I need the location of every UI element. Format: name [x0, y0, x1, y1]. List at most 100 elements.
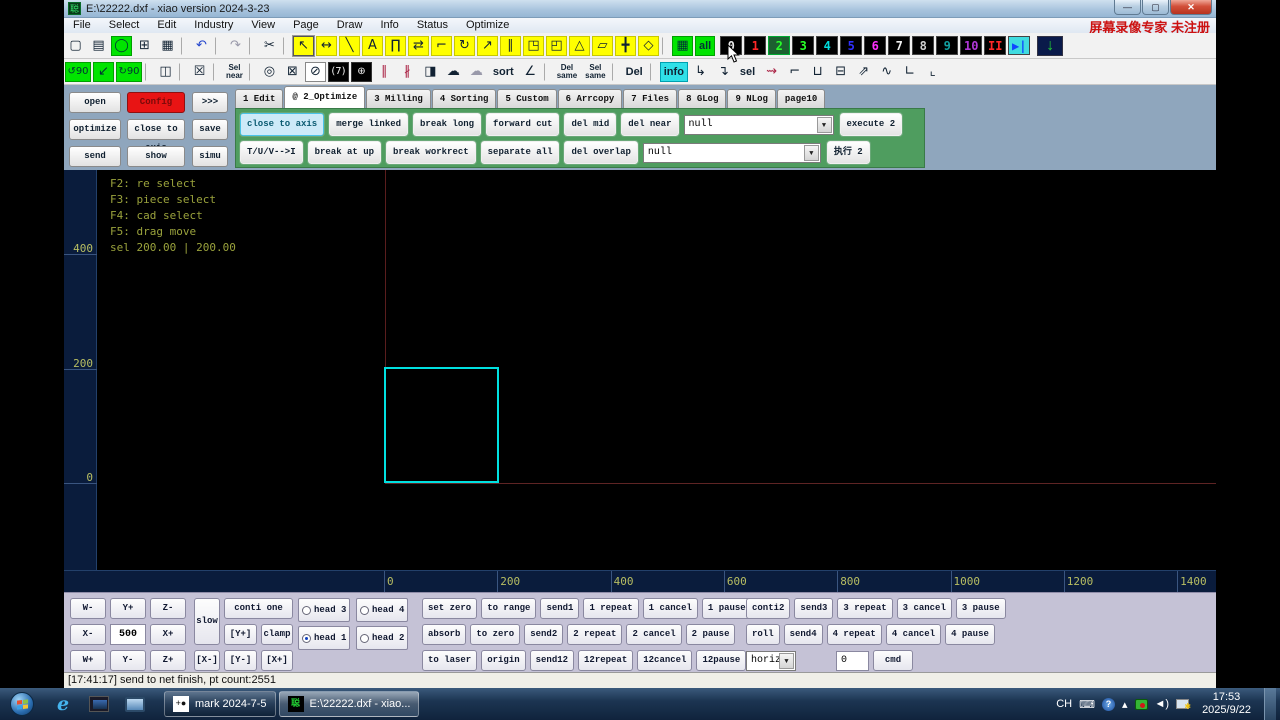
- y-plus-button[interactable]: Y+: [110, 598, 146, 619]
- close-to-axis-button[interactable]: close to axis: [238, 112, 326, 137]
- task-mark[interactable]: +● mark 2024-7-5: [164, 691, 276, 717]
- tab-7-files[interactable]: 7 Files: [623, 89, 678, 108]
- polyline-icon[interactable]: ∏: [385, 35, 406, 56]
- cloud-fill-icon[interactable]: ☁: [442, 61, 464, 82]
- origin-button[interactable]: origin: [481, 650, 526, 671]
- edit-button[interactable]: Edit: [148, 18, 185, 33]
- 1-repeat-button[interactable]: 1 repeat: [583, 598, 639, 619]
- select-near-button[interactable]: Sel near: [223, 61, 246, 82]
- rotate-tool-icon[interactable]: ↻: [454, 35, 475, 56]
- send3-button[interactable]: send3: [794, 598, 834, 619]
- simu-button[interactable]: simu: [192, 146, 228, 167]
- more-button[interactable]: >>>: [192, 92, 228, 113]
- rotate-90-cw-icon[interactable]: ↻90: [116, 61, 142, 82]
- conti-one-button[interactable]: conti one: [224, 598, 293, 619]
- merge-linked-button[interactable]: merge linked: [328, 112, 410, 137]
- help-tray-icon[interactable]: ?: [1101, 697, 1115, 711]
- layer-10-button[interactable]: 10: [960, 36, 983, 55]
- layer-4-button[interactable]: 4: [816, 36, 839, 55]
- toolbar-icon[interactable]: [283, 36, 290, 55]
- toolbar-icon[interactable]: [181, 36, 188, 55]
- network-status-icon[interactable]: [1176, 699, 1191, 711]
- line-draw-icon[interactable]: ╲: [339, 35, 360, 56]
- screen-recorder-tray-icon[interactable]: [1134, 698, 1148, 710]
- toolbar-icon[interactable]: [215, 36, 222, 55]
- conti2-button[interactable]: conti2: [746, 598, 791, 619]
- z-plus-button[interactable]: Z+: [150, 650, 186, 671]
- save-left-button[interactable]: save: [192, 119, 228, 140]
- text-tool-icon[interactable]: A: [362, 35, 383, 56]
- roll-button[interactable]: roll: [746, 624, 780, 645]
- redo-icon[interactable]: ↷: [225, 35, 246, 56]
- node-edit-icon[interactable]: ⇄: [408, 35, 429, 56]
- direction-dropdown[interactable]: horizo ▼: [746, 650, 796, 671]
- slow-button[interactable]: slow: [194, 598, 220, 645]
- config-button[interactable]: Config: [127, 92, 185, 113]
- slope-angle-icon[interactable]: ∠: [519, 61, 541, 82]
- industry-button[interactable]: Industry: [185, 18, 242, 33]
- y-step-minus-button[interactable]: [Y-]: [224, 650, 257, 671]
- tab-4-sorting[interactable]: 4 Sorting: [431, 89, 497, 108]
- x-plus-button[interactable]: X+: [150, 624, 186, 645]
- arc-corner-icon[interactable]: ⌐: [784, 61, 806, 82]
- del-same-button[interactable]: Del same: [553, 61, 581, 82]
- status-button[interactable]: Status: [408, 18, 457, 33]
- close-to-axis-left-button[interactable]: close to axis: [127, 119, 185, 153]
- forward-cut-button[interactable]: forward cut: [485, 112, 561, 137]
- toggle-display-icon[interactable]: ⊘: [304, 61, 326, 82]
- u-box-icon[interactable]: ⊔: [807, 61, 829, 82]
- drawing-canvas[interactable]: F2: re select F3: piece select F4: cad sel…: [97, 170, 1216, 570]
- toolbar-icon[interactable]: [248, 62, 256, 81]
- break-at-up-button[interactable]: break at up: [306, 140, 383, 165]
- toolbar-icon[interactable]: [213, 62, 220, 81]
- copy-icon[interactable]: ◫: [155, 61, 176, 82]
- 2-repeat-button[interactable]: 2 repeat: [567, 624, 623, 645]
- keyboard-icon[interactable]: ⌨: [1079, 698, 1095, 711]
- cut-icon[interactable]: ✂: [259, 35, 280, 56]
- 3-pause-button[interactable]: 3 pause: [955, 598, 1006, 619]
- layer-all-button[interactable]: all: [695, 35, 716, 56]
- toolbar-icon[interactable]: [649, 62, 657, 81]
- optimize-button[interactable]: Optimize: [457, 18, 518, 33]
- measure-icon[interactable]: ↔: [316, 35, 337, 56]
- jog-speed-input[interactable]: 500: [110, 624, 146, 645]
- send-button[interactable]: send: [69, 146, 121, 167]
- align-corner-icon[interactable]: ↙: [93, 61, 114, 82]
- snap-corner-alt-icon[interactable]: ↴: [712, 61, 734, 82]
- 3-repeat-button[interactable]: 3 repeat: [837, 598, 893, 619]
- send12-button[interactable]: send12: [529, 650, 575, 671]
- tab-3-milling[interactable]: 3 Milling: [366, 89, 431, 108]
- 4-pause-button[interactable]: 4 pause: [945, 624, 995, 645]
- draw-button[interactable]: Draw: [328, 18, 372, 33]
- del-mid-button[interactable]: del mid: [563, 112, 618, 137]
- send1-button[interactable]: send1: [540, 598, 580, 619]
- layer-8-button[interactable]: 8: [912, 36, 935, 55]
- x-minus-button[interactable]: X-: [70, 624, 106, 645]
- media-player-taskbar-icon[interactable]: [84, 691, 114, 717]
- offset-box-alt-icon[interactable]: ◰: [546, 35, 567, 56]
- toolbar-icon[interactable]: [662, 36, 669, 55]
- break-workrect-button[interactable]: break workrect: [385, 140, 477, 165]
- shear-box-icon[interactable]: ▱: [592, 35, 613, 56]
- ie-taskbar-icon[interactable]: e: [48, 691, 78, 717]
- del-near-button[interactable]: del near: [620, 112, 680, 137]
- stack-rows-icon[interactable]: ⊟: [830, 61, 852, 82]
- head-3-radio[interactable]: head 3: [298, 598, 350, 622]
- rotate-90-ccw-icon[interactable]: ↺90: [65, 61, 91, 82]
- diamond-path-icon[interactable]: ◇: [638, 35, 659, 56]
- select-cursor-icon[interactable]: ↖: [293, 35, 314, 56]
- cloud-outline-icon[interactable]: ☁: [465, 61, 487, 82]
- selected-square-shape[interactable]: [384, 367, 499, 483]
- 12cancel-button[interactable]: 12cancel: [637, 650, 693, 671]
- volume-icon[interactable]: ◄): [1155, 698, 1170, 710]
- l-corner-arc-icon[interactable]: ⌞: [922, 61, 944, 82]
- triangle-select-icon[interactable]: △: [569, 35, 590, 56]
- head-1-radio[interactable]: head 1: [298, 626, 350, 650]
- 1-pause-button[interactable]: 1 pause: [701, 598, 752, 619]
- y-step-plus-button[interactable]: [Y+]: [224, 624, 257, 645]
- page-button[interactable]: Page: [284, 18, 328, 33]
- corner-tool-icon[interactable]: ⌐: [431, 35, 452, 56]
- to-range-button[interactable]: to range: [481, 598, 537, 619]
- cmd-button[interactable]: cmd: [873, 650, 913, 671]
- minimize-button[interactable]: —: [1114, 0, 1141, 15]
